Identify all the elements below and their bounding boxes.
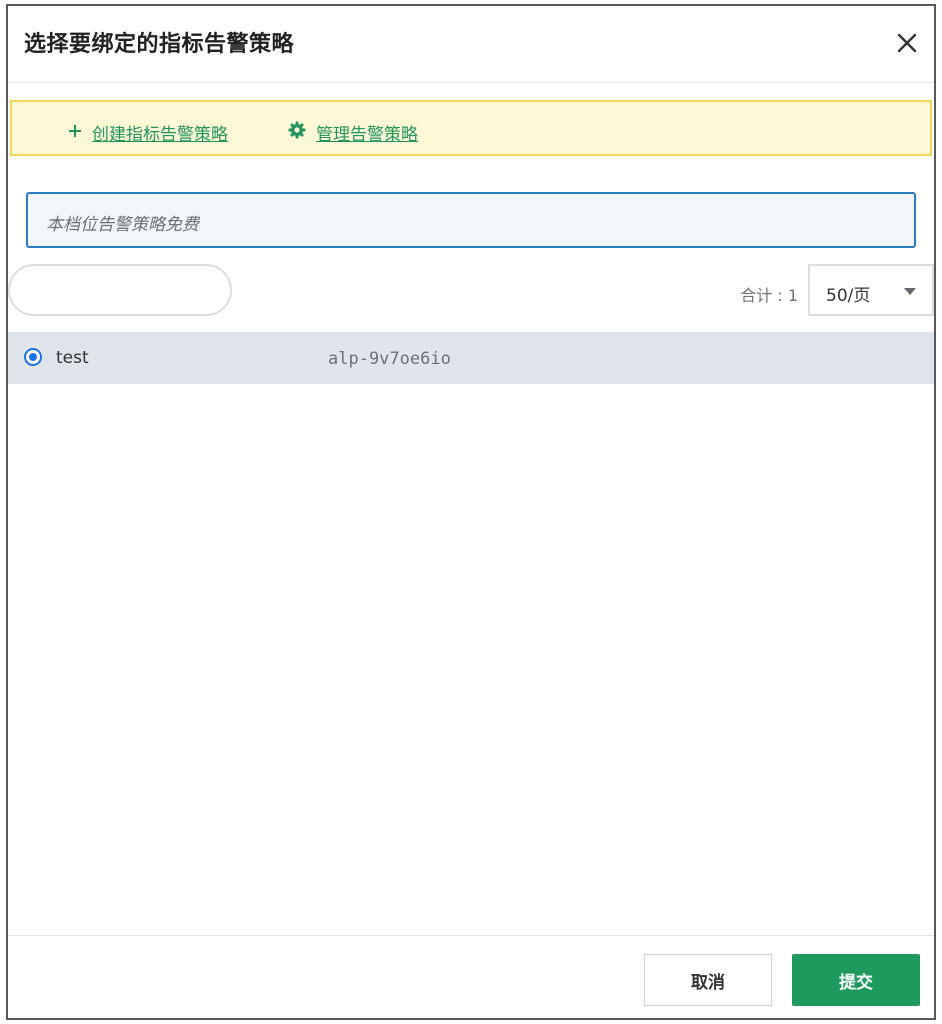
policy-id: alp-9v7oe6io	[328, 349, 451, 369]
caret-down-icon	[904, 288, 916, 295]
gear-icon	[288, 121, 306, 144]
bind-alert-policy-dialog: 选择要绑定的指标告警策略 创建指标告警策略 管理告警策略 本档位告警策略免费 合…	[6, 4, 936, 1020]
search-input[interactable]	[8, 264, 232, 316]
notice-text: 本档位告警策略免费	[46, 215, 199, 235]
dialog-title: 选择要绑定的指标告警策略	[24, 32, 295, 57]
policy-name: test	[56, 348, 89, 368]
create-alert-policy-label: 创建指标告警策略	[92, 125, 228, 145]
manage-alert-policy-link[interactable]: 管理告警策略	[288, 120, 418, 145]
cancel-button[interactable]: 取消	[644, 954, 772, 1006]
policy-toolbar: 创建指标告警策略 管理告警策略	[10, 100, 932, 156]
manage-alert-policy-label: 管理告警策略	[316, 125, 418, 145]
row-radio-selected[interactable]	[24, 348, 42, 366]
dialog-footer: 取消 提交	[8, 935, 934, 1018]
page-size-select[interactable]: 50/页	[808, 264, 934, 316]
page-size-value: 50/页	[826, 286, 871, 306]
total-count: 合计 : 1	[740, 286, 798, 305]
plus-icon	[68, 123, 82, 143]
close-icon	[897, 33, 917, 53]
free-tier-notice: 本档位告警策略免费	[26, 192, 916, 248]
table-row[interactable]: test alp-9v7oe6io	[8, 332, 934, 384]
dialog-header: 选择要绑定的指标告警策略	[8, 6, 934, 83]
create-alert-policy-link[interactable]: 创建指标告警策略	[68, 120, 228, 145]
close-button[interactable]	[896, 32, 918, 54]
submit-button[interactable]: 提交	[792, 954, 920, 1006]
